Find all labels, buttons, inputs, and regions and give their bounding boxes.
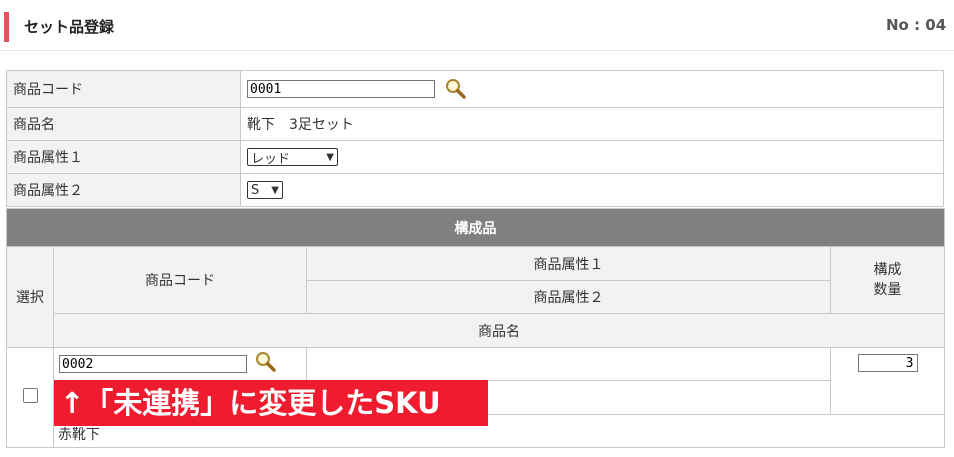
page-title: セット品登録	[24, 18, 115, 36]
col-attr2-header: 商品属性２	[306, 280, 831, 314]
search-icon[interactable]	[255, 351, 277, 373]
col-code-header: 商品コード	[53, 246, 307, 314]
col-select-header: 選択	[6, 246, 54, 348]
chevron-down-icon: ▼	[326, 151, 334, 163]
record-number: No : 04	[886, 16, 947, 34]
attr1-selected-value: レッド	[251, 151, 291, 167]
chevron-down-icon: ▼	[271, 184, 279, 196]
component-name-value: 赤靴下	[58, 427, 100, 443]
attr2-label: 商品属性２	[6, 173, 241, 207]
search-icon[interactable]	[445, 78, 467, 100]
attr2-cell: S ▼	[240, 173, 944, 207]
attr1-select[interactable]: レッド ▼	[247, 148, 338, 167]
header-accent-bar	[4, 12, 9, 42]
row-select-cell	[6, 347, 54, 448]
attr1-cell: レッド ▼	[240, 140, 944, 174]
product-code-cell	[240, 70, 944, 108]
product-name-label: 商品名	[6, 107, 241, 141]
set-product-form: 商品コード 商品名 靴下 3足セット 商品属性１ レッド ▼ 商品属性２	[6, 70, 944, 207]
attr1-label: 商品属性１	[6, 140, 241, 174]
product-name-value: 靴下 3足セット	[240, 107, 944, 141]
page-header: セット品登録 No : 04	[0, 0, 954, 51]
attr2-select[interactable]: S ▼	[247, 181, 283, 199]
product-code-label: 商品コード	[6, 70, 241, 108]
row-select-checkbox[interactable]	[22, 388, 38, 403]
annotation-overlay: ↑「未連携」に変更したSKU	[54, 380, 488, 426]
table-row	[6, 347, 945, 448]
attr2-selected-value: S	[251, 182, 260, 198]
row-code-cell	[53, 347, 307, 381]
col-attr1-header: 商品属性１	[306, 246, 831, 281]
component-attr1-cell	[306, 347, 831, 381]
components-title: 構成品	[6, 208, 945, 247]
component-qty-cell	[830, 347, 945, 415]
col-qty-header: 構成 数量	[830, 246, 945, 314]
component-qty-input[interactable]	[857, 354, 918, 372]
product-code-input[interactable]	[247, 80, 435, 98]
component-code-input[interactable]	[59, 355, 247, 373]
col-name-header: 商品名	[53, 313, 945, 348]
